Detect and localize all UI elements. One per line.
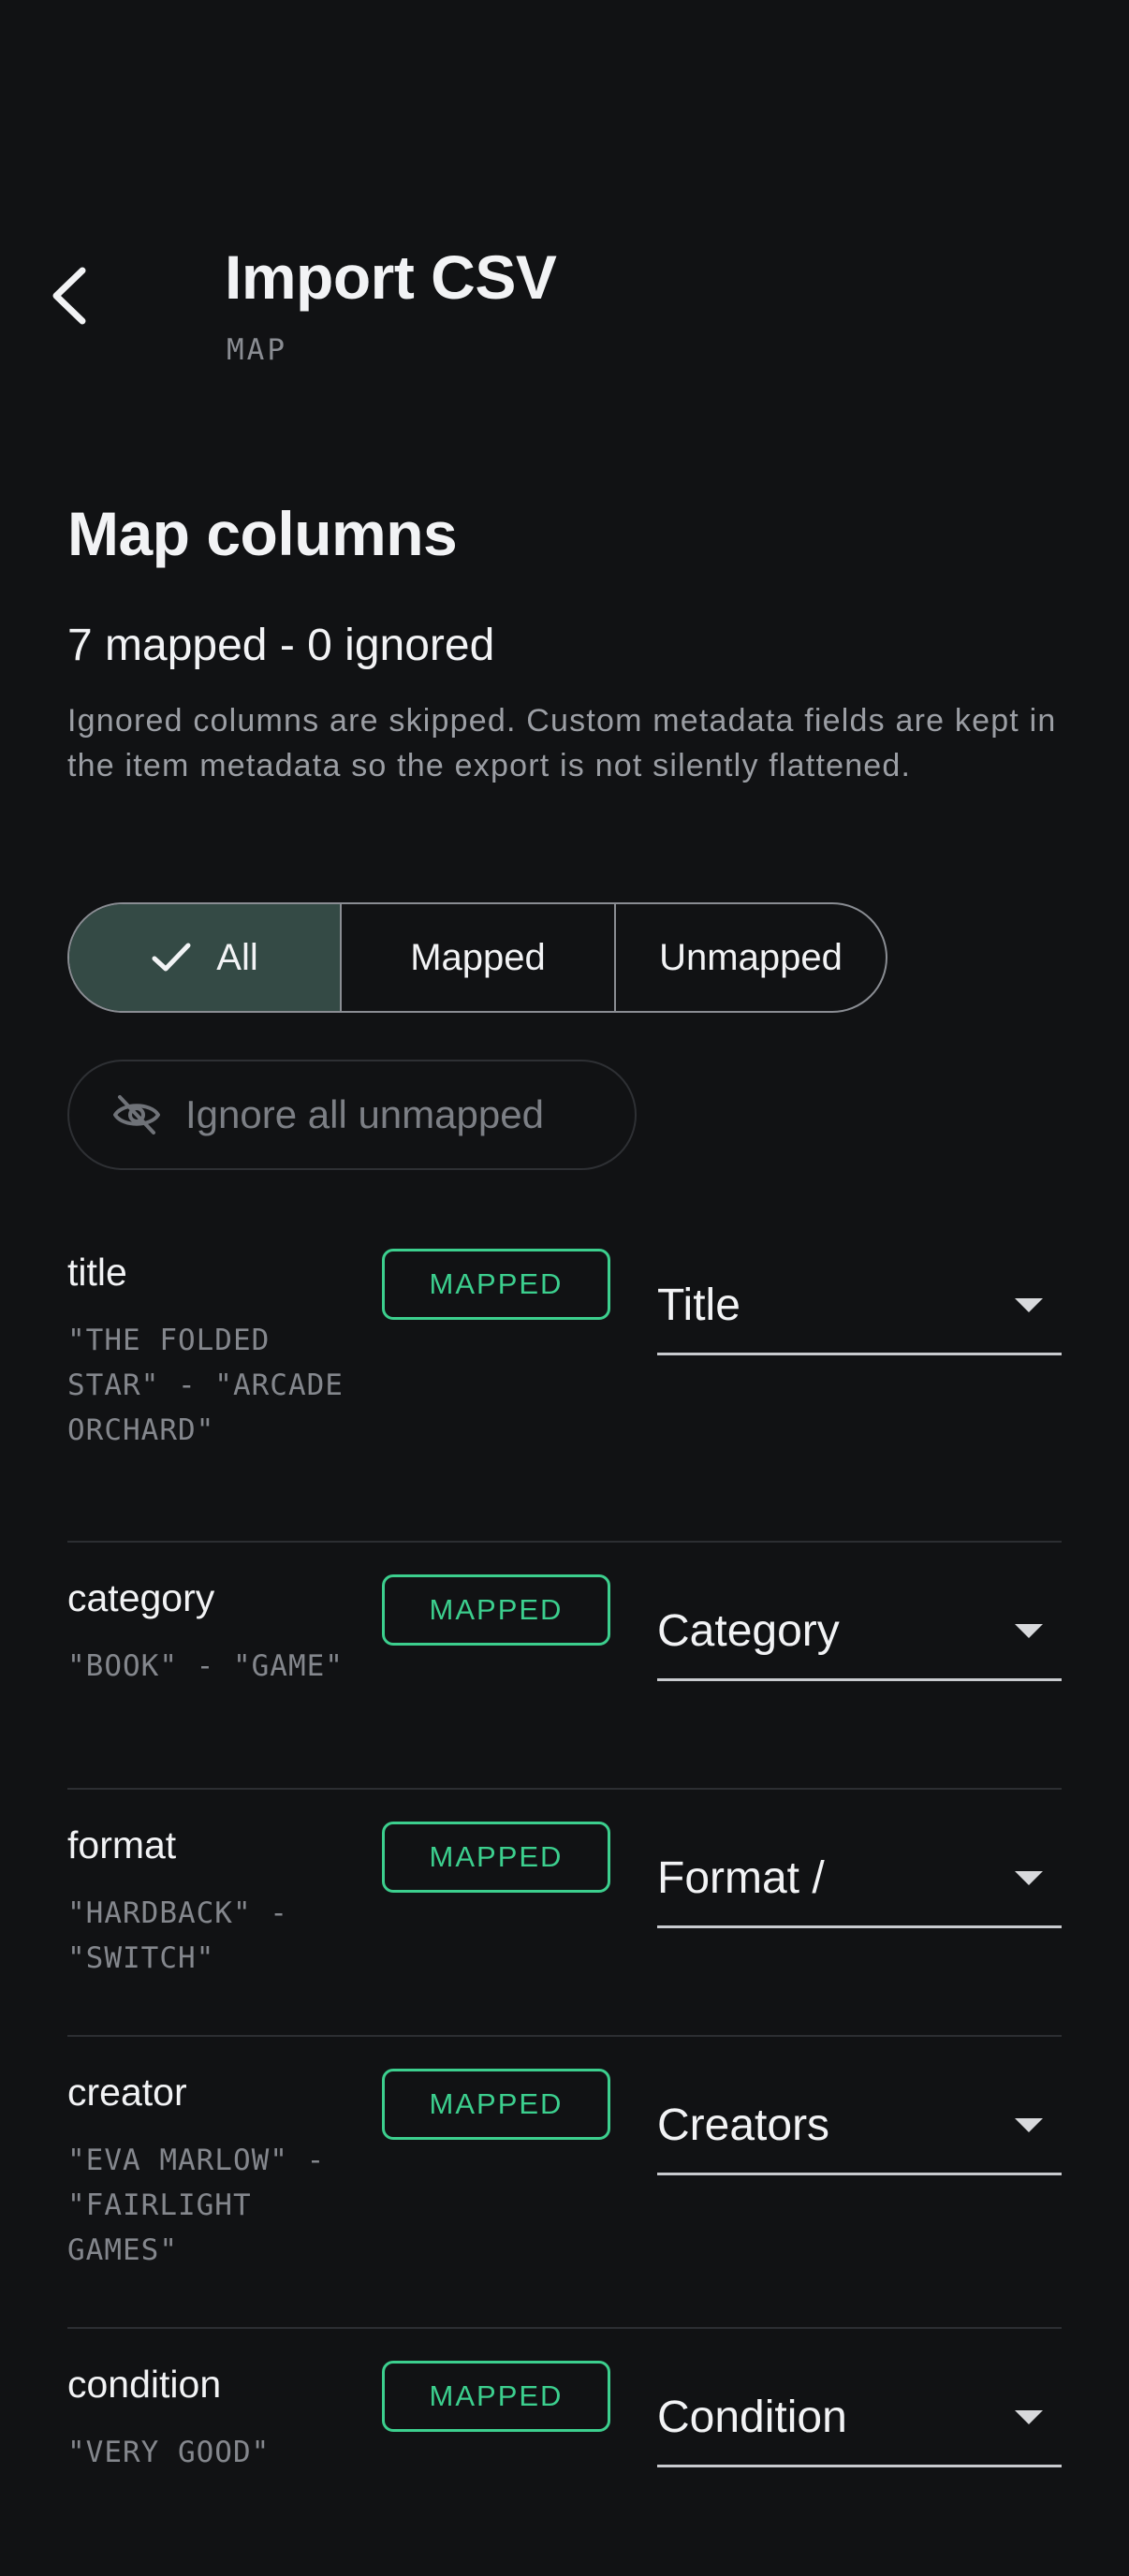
mapping-summary: 7 mapped - 0 ignored bbox=[67, 621, 495, 670]
page-step-label: MAP bbox=[227, 333, 287, 367]
field-select-value: Creators bbox=[657, 2100, 830, 2150]
app-bar: Import CSV MAP bbox=[0, 0, 1129, 393]
chevron-left-icon bbox=[49, 265, 90, 331]
section-heading: Map columns bbox=[67, 499, 458, 568]
filter-unmapped-segment[interactable]: Unmapped bbox=[616, 904, 886, 1011]
field-select[interactable]: Condition bbox=[657, 2370, 1062, 2467]
filter-segmented-control: All Mapped Unmapped bbox=[67, 902, 887, 1013]
column-sample-values: "HARDBACK" - "SWITCH" bbox=[67, 1896, 288, 1975]
status-badge: MAPPED bbox=[382, 2361, 610, 2432]
column-row-title: title "THE FOLDED STAR" - "ARCADE ORCHAR… bbox=[67, 1217, 1062, 1543]
filter-mapped-label: Mapped bbox=[410, 936, 546, 978]
back-button[interactable] bbox=[49, 258, 109, 337]
dropdown-arrow-icon bbox=[1015, 2410, 1043, 2424]
field-select-value: Category bbox=[657, 1606, 840, 1656]
column-sample-values: "THE FOLDED STAR" - "ARCADE ORCHARD" bbox=[67, 1324, 344, 1447]
dropdown-arrow-icon bbox=[1015, 1624, 1043, 1638]
filter-mapped-segment[interactable]: Mapped bbox=[342, 904, 616, 1011]
map-columns-section: Map columns 7 mapped - 0 ignored Ignored… bbox=[67, 487, 1062, 788]
column-row-format: format "HARDBACK" - "SWITCH" MAPPED Form… bbox=[67, 1790, 1062, 2037]
status-badge: MAPPED bbox=[382, 1822, 610, 1893]
column-mapping-list: title "THE FOLDED STAR" - "ARCADE ORCHAR… bbox=[67, 1217, 1062, 2576]
field-select[interactable]: Creators bbox=[657, 2078, 1062, 2175]
column-sample-values: "VERY GOOD" bbox=[67, 2436, 271, 2469]
status-badge: MAPPED bbox=[382, 2069, 610, 2140]
ignore-all-unmapped-label: Ignore all unmapped bbox=[185, 1092, 544, 1136]
status-badge: MAPPED bbox=[382, 1574, 610, 1646]
column-name: title bbox=[67, 1251, 127, 1294]
dropdown-arrow-icon bbox=[1015, 1871, 1043, 1885]
field-select[interactable]: Format / bbox=[657, 1831, 1062, 1928]
column-name: format bbox=[67, 1823, 177, 1866]
page-title: Import CSV bbox=[225, 242, 557, 312]
column-row-creator: creator "EVA MARLOW" - "FAIRLIGHT GAMES"… bbox=[67, 2037, 1062, 2329]
column-name: category bbox=[67, 1576, 215, 1619]
field-select[interactable]: Category bbox=[657, 1584, 1062, 1681]
check-icon bbox=[151, 942, 192, 973]
status-badge: MAPPED bbox=[382, 1249, 610, 1320]
eye-off-icon bbox=[112, 1093, 161, 1136]
column-sample-values: "EVA MARLOW" - "FAIRLIGHT GAMES" bbox=[67, 2144, 326, 2267]
column-name: condition bbox=[67, 2363, 222, 2406]
column-row-condition: condition "VERY GOOD" MAPPED Condition bbox=[67, 2329, 1062, 2576]
dropdown-arrow-icon bbox=[1015, 1298, 1043, 1312]
field-select-value: Format / bbox=[657, 1853, 825, 1903]
help-text: Ignored columns are skipped. Custom meta… bbox=[67, 703, 1057, 783]
filter-all-label: All bbox=[216, 936, 258, 978]
field-select[interactable]: Title bbox=[657, 1258, 1062, 1355]
field-select-value: Condition bbox=[657, 2393, 847, 2442]
filter-unmapped-label: Unmapped bbox=[659, 936, 843, 978]
column-name: creator bbox=[67, 2071, 187, 2114]
filter-all-segment[interactable]: All bbox=[69, 904, 342, 1011]
column-row-category: category "BOOK" - "GAME" MAPPED Category bbox=[67, 1543, 1062, 1790]
column-sample-values: "BOOK" - "GAME" bbox=[67, 1649, 344, 1683]
ignore-all-unmapped-button[interactable]: Ignore all unmapped bbox=[67, 1060, 637, 1170]
dropdown-arrow-icon bbox=[1015, 2118, 1043, 2132]
field-select-value: Title bbox=[657, 1281, 740, 1330]
